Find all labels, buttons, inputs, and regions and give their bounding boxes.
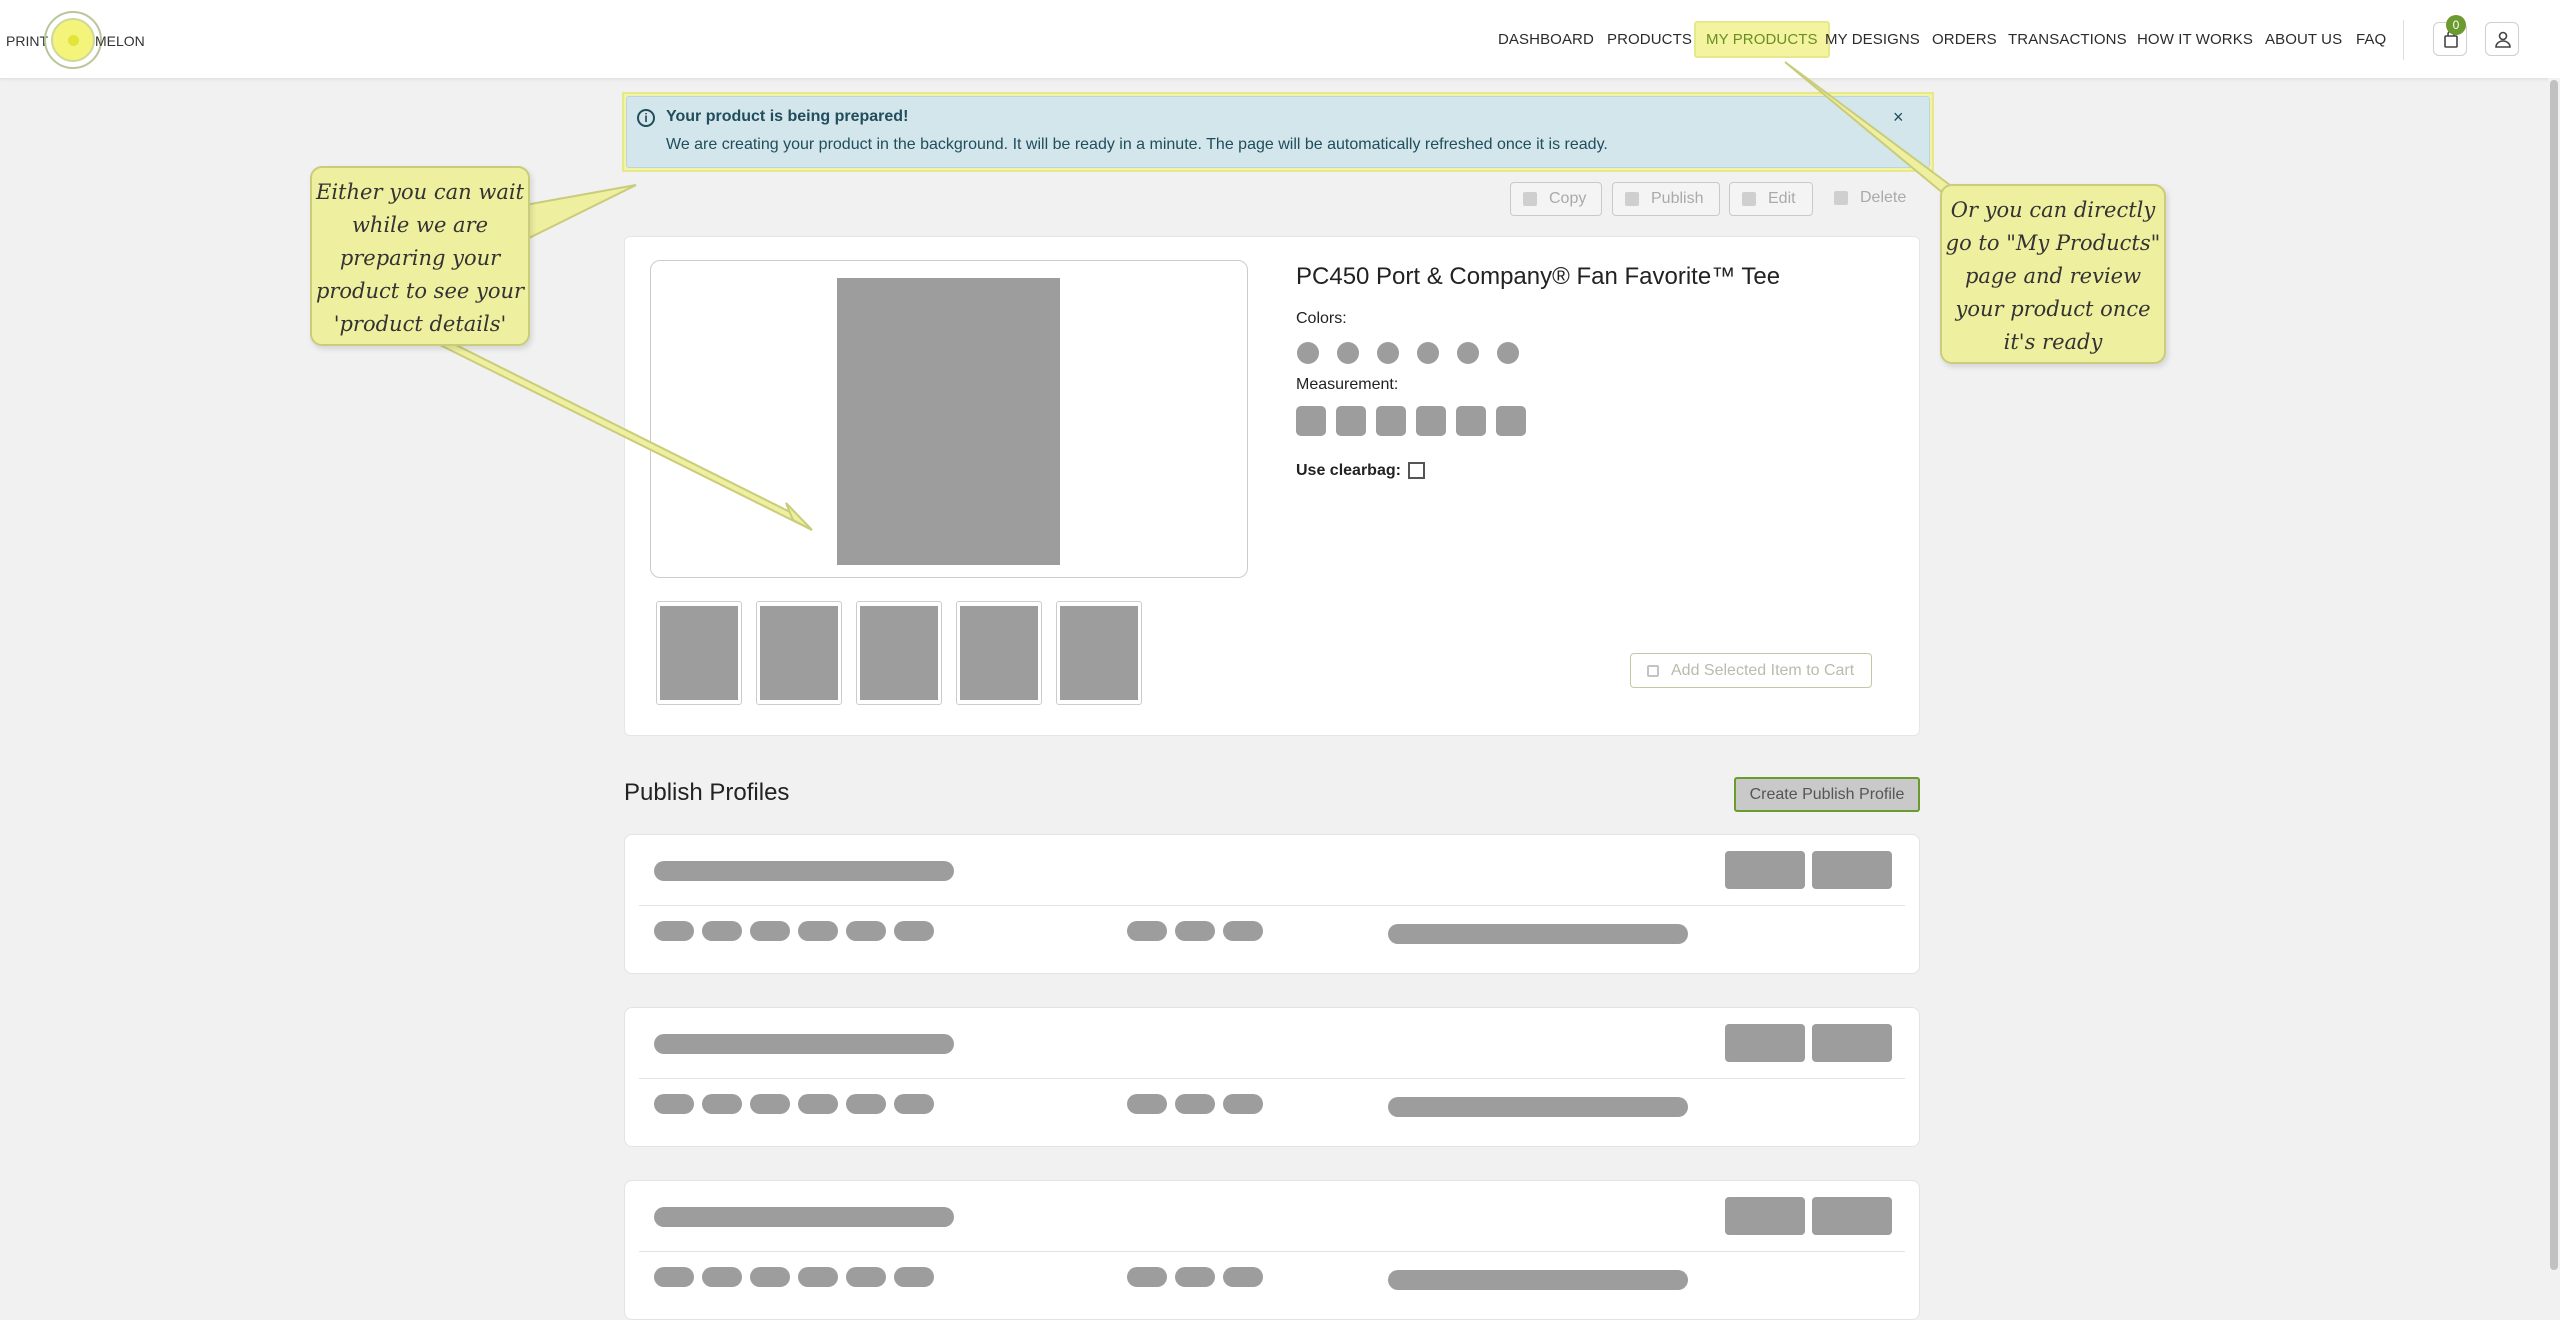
callout-tail-left [524, 184, 637, 242]
callout-wait-line: while we are [351, 213, 489, 237]
callout-wait-line: Either you can wait [316, 180, 524, 204]
callout-my-products: Or you can directly go to "My Products" … [1940, 184, 2166, 364]
callout-wait-line: preparing your [339, 246, 501, 270]
scrollbar-thumb[interactable] [2550, 80, 2558, 1270]
callout-my-products-line: go to "My Products" [1945, 231, 2161, 255]
callout-wait: Either you can wait while we are prepari… [310, 166, 530, 346]
callout-my-products-line: your product once [1955, 297, 2151, 321]
callout-my-products-line: Or you can directly [1950, 198, 2156, 222]
callout-wait-line: product to see your [315, 279, 525, 303]
page-scrollbar[interactable] [2548, 78, 2560, 1279]
callout-my-products-line: page and review [1964, 264, 2142, 288]
arrow-to-image [437, 340, 813, 531]
callout-my-products-line: it's ready [2003, 330, 2103, 354]
callout-wait-line: 'product details' [333, 312, 507, 336]
